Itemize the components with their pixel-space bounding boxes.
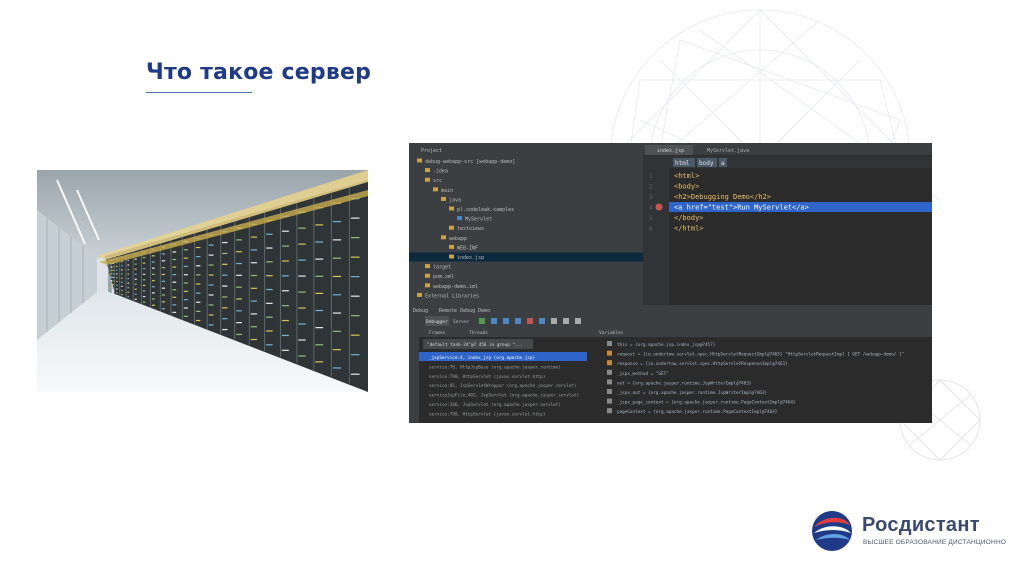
tree-item[interactable]: pom.xml (433, 274, 454, 280)
variable-row[interactable]: out = {org.apache.jasper.runtime.JspWrit… (617, 380, 752, 386)
ide-screenshot: Project debug-webapp-src [webapp-demo] .i… (409, 143, 932, 423)
tree-item[interactable]: debug-webapp-src [webapp-demo] (425, 159, 515, 165)
threads-label: Threads (469, 330, 488, 336)
variable-row[interactable]: pageContext = {org.apache.jasper.runtime… (617, 409, 778, 415)
variable-row[interactable]: this = {org.apache.jsp.index_jsp@7457} (617, 342, 716, 348)
debug-toolbar-icon[interactable] (479, 318, 485, 324)
logo-tagline: ВЫСШЕЕ ОБРАЗОВАНИЕ ДИСТАНЦИОННО (863, 539, 1007, 546)
logo-name: Росдистант (862, 514, 980, 536)
project-panel-label: Project (421, 148, 442, 154)
tree-item[interactable]: src (433, 178, 442, 184)
tree-item[interactable]: target (433, 265, 451, 271)
debug-toolbar-icon[interactable] (551, 318, 557, 324)
variable-row[interactable]: _jspx_method = "GET" (617, 371, 669, 377)
debug-title: Debug (413, 308, 428, 314)
debug-toolbar-icon[interactable] (563, 318, 569, 324)
frames-label: Frames (429, 330, 446, 336)
tree-item[interactable]: java (449, 197, 461, 203)
tree-item[interactable]: WEB-INF (457, 245, 478, 251)
code-line[interactable]: <h2>Debugging Demo</h2> (674, 193, 771, 201)
editor-tab-index-jsp: index.jsp (657, 148, 684, 154)
debug-toolbar-icon[interactable] (491, 318, 497, 324)
debug-tab-server: Server (453, 319, 470, 325)
tree-item[interactable]: textviews (457, 226, 484, 232)
frame-row[interactable]: service:85, JspServletWrapper (org.apach… (429, 383, 576, 389)
debug-toolbar-icon[interactable] (527, 318, 533, 324)
variable-row[interactable]: response = {io.undertow.servlet.spec.Htt… (617, 361, 788, 367)
variable-row[interactable]: request = {io.undertow.servlet.spec.Http… (617, 352, 904, 358)
debug-toolbar-icon[interactable] (515, 318, 521, 324)
line-number: 3 (649, 194, 653, 201)
debug-config: Remote Debug Demo (439, 308, 490, 314)
debug-toolbar-icon[interactable] (503, 318, 509, 324)
frame-row[interactable]: _jspService:4, index_jsp (org.apache.jsp… (429, 355, 535, 361)
tree-item[interactable]: index.jsp (457, 255, 484, 261)
line-number: 1 (649, 173, 653, 180)
server-room-photo (37, 170, 368, 392)
code-line[interactable]: </html> (674, 225, 704, 233)
line-number: 5 (649, 215, 653, 222)
line-number: 4 (649, 205, 653, 212)
title-underline (146, 92, 252, 93)
frame-row[interactable]: service:790, HttpServlet (javax.servlet.… (429, 411, 545, 417)
tree-item[interactable]: MyServlet (465, 217, 492, 223)
variable-row[interactable]: _jspx_out = {org.apache.jasper.runtime.J… (617, 390, 767, 396)
debug-toolbar-icon[interactable] (575, 318, 581, 324)
slide-title: Что такое сервер (146, 60, 372, 85)
code-line[interactable]: <html> (674, 172, 699, 180)
tree-item[interactable]: webapp-demo.iml (433, 284, 478, 290)
debug-toolbar-icon[interactable] (539, 318, 545, 324)
breadcrumb-a: a (721, 160, 725, 167)
line-number: 2 (649, 184, 653, 191)
tree-item[interactable]: .idea (433, 169, 448, 175)
breadcrumb-body: body (699, 160, 714, 167)
line-number: 6 (649, 226, 653, 233)
tree-item[interactable]: main (441, 188, 453, 194)
tree-item[interactable]: webapp (449, 236, 467, 242)
frame-row[interactable]: service:790, HttpServlet (javax.servlet.… (429, 374, 545, 380)
breadcrumb-html: html (675, 160, 690, 167)
code-line[interactable]: </body> (674, 214, 704, 222)
frame-row[interactable]: service:346, JspServlet (org.apache.jasp… (429, 402, 561, 408)
frame-row[interactable]: serviceJspFile:402, JspServlet (org.apac… (429, 393, 579, 399)
tree-item[interactable]: External Libraries (425, 293, 479, 299)
variables-label: Variables (599, 330, 624, 336)
thread-selector: "default task-24"@7 456 in group "... (427, 342, 523, 348)
variable-row[interactable]: _jspx_page_context = {org.apache.jasper.… (617, 400, 796, 406)
tree-item[interactable]: pl.codeleak.samples (457, 207, 514, 213)
code-line[interactable]: <a href="test">Run MyServlet</a> (674, 204, 809, 212)
debug-tab-debugger: Debugger (426, 319, 448, 325)
editor-tab-myservlet: MyServlet.java (707, 148, 749, 154)
code-line[interactable]: <body> (674, 183, 699, 191)
frame-row[interactable]: service:70, HttpJspBase (org.apache.jasp… (429, 364, 561, 370)
